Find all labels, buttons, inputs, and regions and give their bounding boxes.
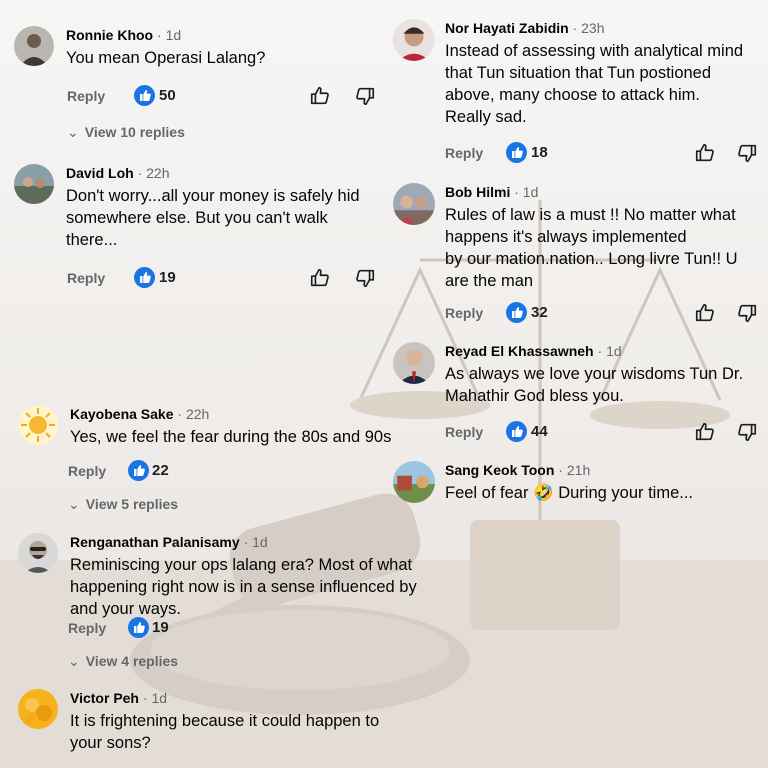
- like-thumb-badge-icon: [506, 421, 527, 442]
- comment-actions: Reply 22: [68, 460, 268, 484]
- commenter-name[interactable]: David Loh: [66, 165, 134, 181]
- comment-actions: Reply 44: [445, 421, 760, 445]
- like-thumb-badge-icon: [506, 302, 527, 323]
- commenter-name[interactable]: Bob Hilmi: [445, 184, 510, 200]
- avatar[interactable]: [14, 164, 54, 204]
- like-thumb-badge-icon: [128, 460, 149, 481]
- like-count: 19: [152, 619, 169, 636]
- commenter-name[interactable]: Victor Peh: [70, 690, 139, 706]
- comment-text: As always we love your wisdoms Tun Dr. M…: [445, 365, 744, 405]
- comment-actions: Reply 18: [445, 142, 760, 166]
- comment-actions: Reply 32: [445, 302, 760, 326]
- commenter-name[interactable]: Kayobena Sake: [70, 406, 174, 422]
- thumbs-down-icon[interactable]: [354, 267, 376, 289]
- avatar[interactable]: [18, 533, 58, 573]
- like-count: 19: [159, 269, 176, 286]
- thumbs-up-icon[interactable]: [309, 85, 331, 107]
- thumbs-down-icon[interactable]: [736, 421, 758, 443]
- comment-actions: Reply 19: [67, 267, 387, 291]
- comment-actions: Reply 50: [67, 85, 387, 109]
- avatar[interactable]: [18, 405, 58, 445]
- comment-text: Don't worry...all your money is safely h…: [66, 187, 360, 249]
- thumbs-up-icon[interactable]: [309, 267, 331, 289]
- view-replies-button[interactable]: ⌄ View 5 replies: [68, 496, 178, 513]
- thumbs-down-icon[interactable]: [736, 302, 758, 324]
- thumbs-down-icon[interactable]: [736, 142, 758, 164]
- reply-button[interactable]: Reply: [68, 620, 106, 636]
- reply-button[interactable]: Reply: [445, 424, 483, 440]
- commenter-name[interactable]: Sang Keok Toon: [445, 462, 554, 478]
- avatar[interactable]: [393, 461, 435, 503]
- like-thumb-badge-icon: [506, 142, 527, 163]
- commenter-name[interactable]: Reyad El Khassawneh: [445, 343, 594, 359]
- commenter-name[interactable]: Renganathan Palanisamy: [70, 534, 240, 550]
- laughing-emoji: 🤣: [533, 484, 554, 502]
- reply-button[interactable]: Reply: [67, 88, 105, 104]
- comment-time[interactable]: 1d: [151, 690, 167, 706]
- comment-actions: Reply 19: [68, 617, 268, 641]
- comment-time[interactable]: 21h: [567, 462, 590, 478]
- comment-time[interactable]: 1d: [166, 27, 182, 43]
- thumbs-down-icon[interactable]: [354, 85, 376, 107]
- reply-button[interactable]: Reply: [67, 270, 105, 286]
- comment-time[interactable]: 1d: [523, 184, 539, 200]
- commenter-name[interactable]: Nor Hayati Zabidin: [445, 20, 569, 36]
- thumbs-up-icon[interactable]: [694, 302, 716, 324]
- like-count: 32: [531, 304, 548, 321]
- comment-time[interactable]: 23h: [581, 20, 604, 36]
- chevron-down-icon: ⌄: [68, 653, 80, 669]
- avatar[interactable]: [393, 19, 435, 61]
- comment-text: You mean Operasi Lalang?: [66, 49, 266, 67]
- thumbs-up-icon[interactable]: [694, 142, 716, 164]
- chevron-down-icon: ⌄: [68, 496, 80, 512]
- comment-text: Yes, we feel the fear during the 80s and…: [70, 428, 392, 446]
- reply-button[interactable]: Reply: [68, 463, 106, 479]
- avatar[interactable]: [14, 26, 54, 66]
- reply-button[interactable]: Reply: [445, 145, 483, 161]
- chevron-down-icon: ⌄: [67, 124, 79, 140]
- like-thumb-badge-icon: [134, 85, 155, 106]
- like-count: 18: [531, 144, 548, 161]
- avatar[interactable]: [393, 342, 435, 384]
- comment-text: Instead of assessing with analytical min…: [445, 42, 744, 126]
- comment-text: Reminiscing your ops lalang era? Most of…: [70, 556, 417, 618]
- comment-text: Rules of law is a must !! No matter what…: [445, 206, 738, 290]
- thumbs-up-icon[interactable]: [694, 421, 716, 443]
- comment-time[interactable]: 1d: [252, 534, 268, 550]
- comment-text: Feel of fear 🤣 During your time...: [445, 484, 693, 502]
- like-count: 50: [159, 87, 176, 104]
- commenter-name[interactable]: Ronnie Khoo: [66, 27, 153, 43]
- avatar[interactable]: [18, 689, 58, 729]
- avatar[interactable]: [393, 183, 435, 225]
- like-thumb-badge-icon: [134, 267, 155, 288]
- like-count: 22: [152, 462, 169, 479]
- like-count: 44: [531, 423, 548, 440]
- view-replies-button[interactable]: ⌄ View 10 replies: [67, 124, 185, 141]
- view-replies-button[interactable]: ⌄ View 4 replies: [68, 653, 178, 670]
- comment-text: It is frightening because it could happe…: [70, 712, 380, 752]
- like-thumb-badge-icon: [128, 617, 149, 638]
- comment-time[interactable]: 1d: [606, 343, 622, 359]
- reply-button[interactable]: Reply: [445, 305, 483, 321]
- comment-time[interactable]: 22h: [186, 406, 209, 422]
- comment-time[interactable]: 22h: [146, 165, 169, 181]
